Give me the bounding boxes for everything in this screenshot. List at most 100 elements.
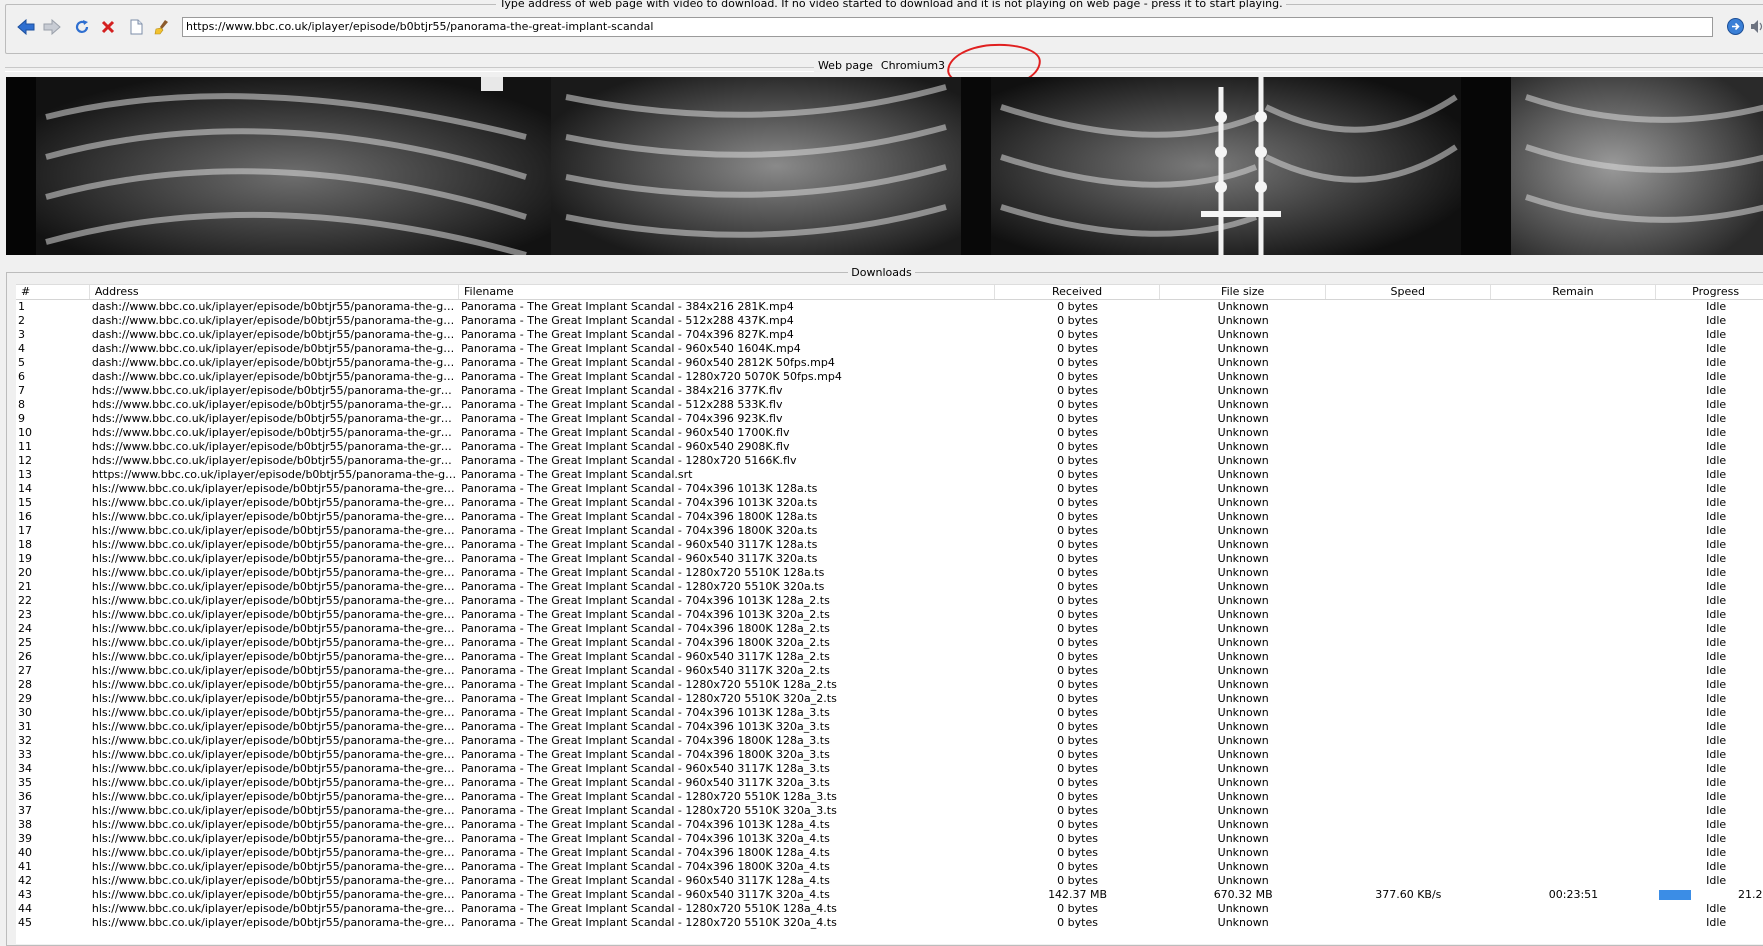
- progress-text: Idle: [1706, 902, 1727, 915]
- table-row[interactable]: 25 hls://www.bbc.co.uk/iplayer/episode/b0…: [16, 636, 1763, 650]
- table-row[interactable]: 29 hls://www.bbc.co.uk/iplayer/episode/b0…: [16, 692, 1763, 706]
- table-row[interactable]: 10 hds://www.bbc.co.uk/iplayer/episode/b0…: [16, 426, 1763, 440]
- table-row[interactable]: 43 hls://www.bbc.co.uk/iplayer/episode/b0…: [16, 888, 1763, 902]
- row-address: hls://www.bbc.co.uk/iplayer/episode/b0bt…: [91, 580, 459, 593]
- row-received: 0 bytes: [1057, 398, 1098, 411]
- row-number: 2: [18, 314, 25, 327]
- table-row[interactable]: 8 hds://www.bbc.co.uk/iplayer/episode/b0b…: [16, 398, 1763, 412]
- table-row[interactable]: 9 hds://www.bbc.co.uk/iplayer/episode/b0b…: [16, 412, 1763, 426]
- row-speed: [1326, 902, 1491, 916]
- table-row[interactable]: 13 https://www.bbc.co.uk/iplayer/episode/…: [16, 468, 1763, 482]
- row-remain: [1491, 468, 1657, 482]
- back-icon[interactable]: [16, 17, 36, 37]
- go-icon[interactable]: [1726, 17, 1745, 36]
- url-input[interactable]: https://www.bbc.co.uk/iplayer/episode/b0…: [182, 17, 1713, 37]
- table-row[interactable]: 26 hls://www.bbc.co.uk/iplayer/episode/b0…: [16, 650, 1763, 664]
- table-row[interactable]: 37 hls://www.bbc.co.uk/iplayer/episode/b0…: [16, 804, 1763, 818]
- table-row[interactable]: 17 hls://www.bbc.co.uk/iplayer/episode/b0…: [16, 524, 1763, 538]
- header-number[interactable]: #: [16, 285, 90, 299]
- table-row[interactable]: 40 hls://www.bbc.co.uk/iplayer/episode/b0…: [16, 846, 1763, 860]
- table-row[interactable]: 2 dash://www.bbc.co.uk/iplayer/episode/b0…: [16, 314, 1763, 328]
- table-row[interactable]: 44 hls://www.bbc.co.uk/iplayer/episode/b0…: [16, 902, 1763, 916]
- table-row[interactable]: 39 hls://www.bbc.co.uk/iplayer/episode/b0…: [16, 832, 1763, 846]
- row-file-size: Unknown: [1217, 538, 1269, 551]
- header-progress[interactable]: Progress: [1656, 285, 1763, 299]
- row-received: 0 bytes: [1057, 594, 1098, 607]
- row-address: hls://www.bbc.co.uk/iplayer/episode/b0bt…: [91, 692, 459, 705]
- refresh-icon[interactable]: [72, 17, 92, 37]
- table-row[interactable]: 31 hls://www.bbc.co.uk/iplayer/episode/b0…: [16, 720, 1763, 734]
- stop-icon[interactable]: [98, 17, 118, 37]
- table-row[interactable]: 21 hls://www.bbc.co.uk/iplayer/episode/b0…: [16, 580, 1763, 594]
- row-file-size: Unknown: [1217, 860, 1269, 873]
- table-row[interactable]: 5 dash://www.bbc.co.uk/iplayer/episode/b0…: [16, 356, 1763, 370]
- table-row[interactable]: 6 dash://www.bbc.co.uk/iplayer/episode/b0…: [16, 370, 1763, 384]
- tab-chromium[interactable]: Chromium3: [876, 59, 950, 72]
- table-row[interactable]: 42 hls://www.bbc.co.uk/iplayer/episode/b0…: [16, 874, 1763, 888]
- table-row[interactable]: 27 hls://www.bbc.co.uk/iplayer/episode/b0…: [16, 664, 1763, 678]
- volume-icon[interactable]: [1750, 17, 1763, 36]
- progress-text: Idle: [1706, 356, 1727, 369]
- row-number: 41: [18, 860, 32, 873]
- header-address[interactable]: Address: [90, 285, 459, 299]
- row-number: 34: [18, 762, 32, 775]
- table-row[interactable]: 23 hls://www.bbc.co.uk/iplayer/episode/b0…: [16, 608, 1763, 622]
- row-number: 38: [18, 818, 32, 831]
- header-filename[interactable]: Filename: [459, 285, 995, 299]
- table-row[interactable]: 36 hls://www.bbc.co.uk/iplayer/episode/b0…: [16, 790, 1763, 804]
- table-row[interactable]: 32 hls://www.bbc.co.uk/iplayer/episode/b0…: [16, 734, 1763, 748]
- page-icon[interactable]: [126, 17, 146, 37]
- table-row[interactable]: 35 hls://www.bbc.co.uk/iplayer/episode/b0…: [16, 776, 1763, 790]
- table-row[interactable]: 22 hls://www.bbc.co.uk/iplayer/episode/b0…: [16, 594, 1763, 608]
- table-row[interactable]: 19 hls://www.bbc.co.uk/iplayer/episode/b0…: [16, 552, 1763, 566]
- row-number: 30: [18, 706, 32, 719]
- row-file-size: Unknown: [1217, 748, 1269, 761]
- header-speed[interactable]: Speed: [1326, 285, 1491, 299]
- row-remain: [1491, 580, 1657, 594]
- table-row[interactable]: 34 hls://www.bbc.co.uk/iplayer/episode/b0…: [16, 762, 1763, 776]
- row-address: hls://www.bbc.co.uk/iplayer/episode/b0bt…: [91, 804, 459, 817]
- header-received[interactable]: Received: [995, 285, 1161, 299]
- row-progress: Idle: [1656, 664, 1763, 678]
- table-row[interactable]: 18 hls://www.bbc.co.uk/iplayer/episode/b0…: [16, 538, 1763, 552]
- table-row[interactable]: 4 dash://www.bbc.co.uk/iplayer/episode/b0…: [16, 342, 1763, 356]
- table-row[interactable]: 28 hls://www.bbc.co.uk/iplayer/episode/b0…: [16, 678, 1763, 692]
- table-row[interactable]: 38 hls://www.bbc.co.uk/iplayer/episode/b0…: [16, 818, 1763, 832]
- row-progress: Idle: [1656, 692, 1763, 706]
- table-row[interactable]: 3 dash://www.bbc.co.uk/iplayer/episode/b0…: [16, 328, 1763, 342]
- row-filename: Panorama - The Great Implant Scandal - 9…: [461, 776, 830, 789]
- row-progress: Idle: [1656, 328, 1763, 342]
- row-progress: Idle: [1656, 398, 1763, 412]
- row-received: 0 bytes: [1057, 580, 1098, 593]
- table-row[interactable]: 14 hls://www.bbc.co.uk/iplayer/episode/b0…: [16, 482, 1763, 496]
- table-row[interactable]: 45 hls://www.bbc.co.uk/iplayer/episode/b0…: [16, 916, 1763, 930]
- row-file-size: Unknown: [1217, 426, 1269, 439]
- table-row[interactable]: 12 hds://www.bbc.co.uk/iplayer/episode/b0…: [16, 454, 1763, 468]
- table-row[interactable]: 7 hds://www.bbc.co.uk/iplayer/episode/b0b…: [16, 384, 1763, 398]
- forward-icon[interactable]: [42, 17, 62, 37]
- row-filename: Panorama - The Great Implant Scandal - 5…: [461, 314, 794, 327]
- video-preview[interactable]: [6, 77, 1763, 255]
- table-row[interactable]: 16 hls://www.bbc.co.uk/iplayer/episode/b0…: [16, 510, 1763, 524]
- table-row[interactable]: 30 hls://www.bbc.co.uk/iplayer/episode/b0…: [16, 706, 1763, 720]
- row-speed: [1326, 622, 1491, 636]
- table-row[interactable]: 20 hls://www.bbc.co.uk/iplayer/episode/b0…: [16, 566, 1763, 580]
- table-row[interactable]: 33 hls://www.bbc.co.uk/iplayer/episode/b0…: [16, 748, 1763, 762]
- row-received: 0 bytes: [1057, 328, 1098, 341]
- header-remain[interactable]: Remain: [1491, 285, 1657, 299]
- row-address: hls://www.bbc.co.uk/iplayer/episode/b0bt…: [91, 552, 459, 565]
- row-speed: [1326, 412, 1491, 426]
- tab-web-page[interactable]: Web page: [813, 59, 877, 72]
- row-filename: Panorama - The Great Implant Scandal - 9…: [461, 874, 830, 887]
- table-row[interactable]: 1 dash://www.bbc.co.uk/iplayer/episode/b0…: [16, 300, 1763, 314]
- row-address: hls://www.bbc.co.uk/iplayer/episode/b0bt…: [91, 776, 459, 789]
- table-row[interactable]: 11 hds://www.bbc.co.uk/iplayer/episode/b0…: [16, 440, 1763, 454]
- clear-icon[interactable]: [152, 17, 172, 37]
- header-file-size[interactable]: File size: [1160, 285, 1326, 299]
- table-row[interactable]: 24 hls://www.bbc.co.uk/iplayer/episode/b0…: [16, 622, 1763, 636]
- table-row[interactable]: 15 hls://www.bbc.co.uk/iplayer/episode/b0…: [16, 496, 1763, 510]
- row-progress: Idle: [1656, 636, 1763, 650]
- downloads-table[interactable]: # Address Filename Received File size Sp…: [16, 284, 1763, 944]
- row-filename: Panorama - The Great Implant Scandal - 7…: [461, 706, 830, 719]
- table-row[interactable]: 41 hls://www.bbc.co.uk/iplayer/episode/b0…: [16, 860, 1763, 874]
